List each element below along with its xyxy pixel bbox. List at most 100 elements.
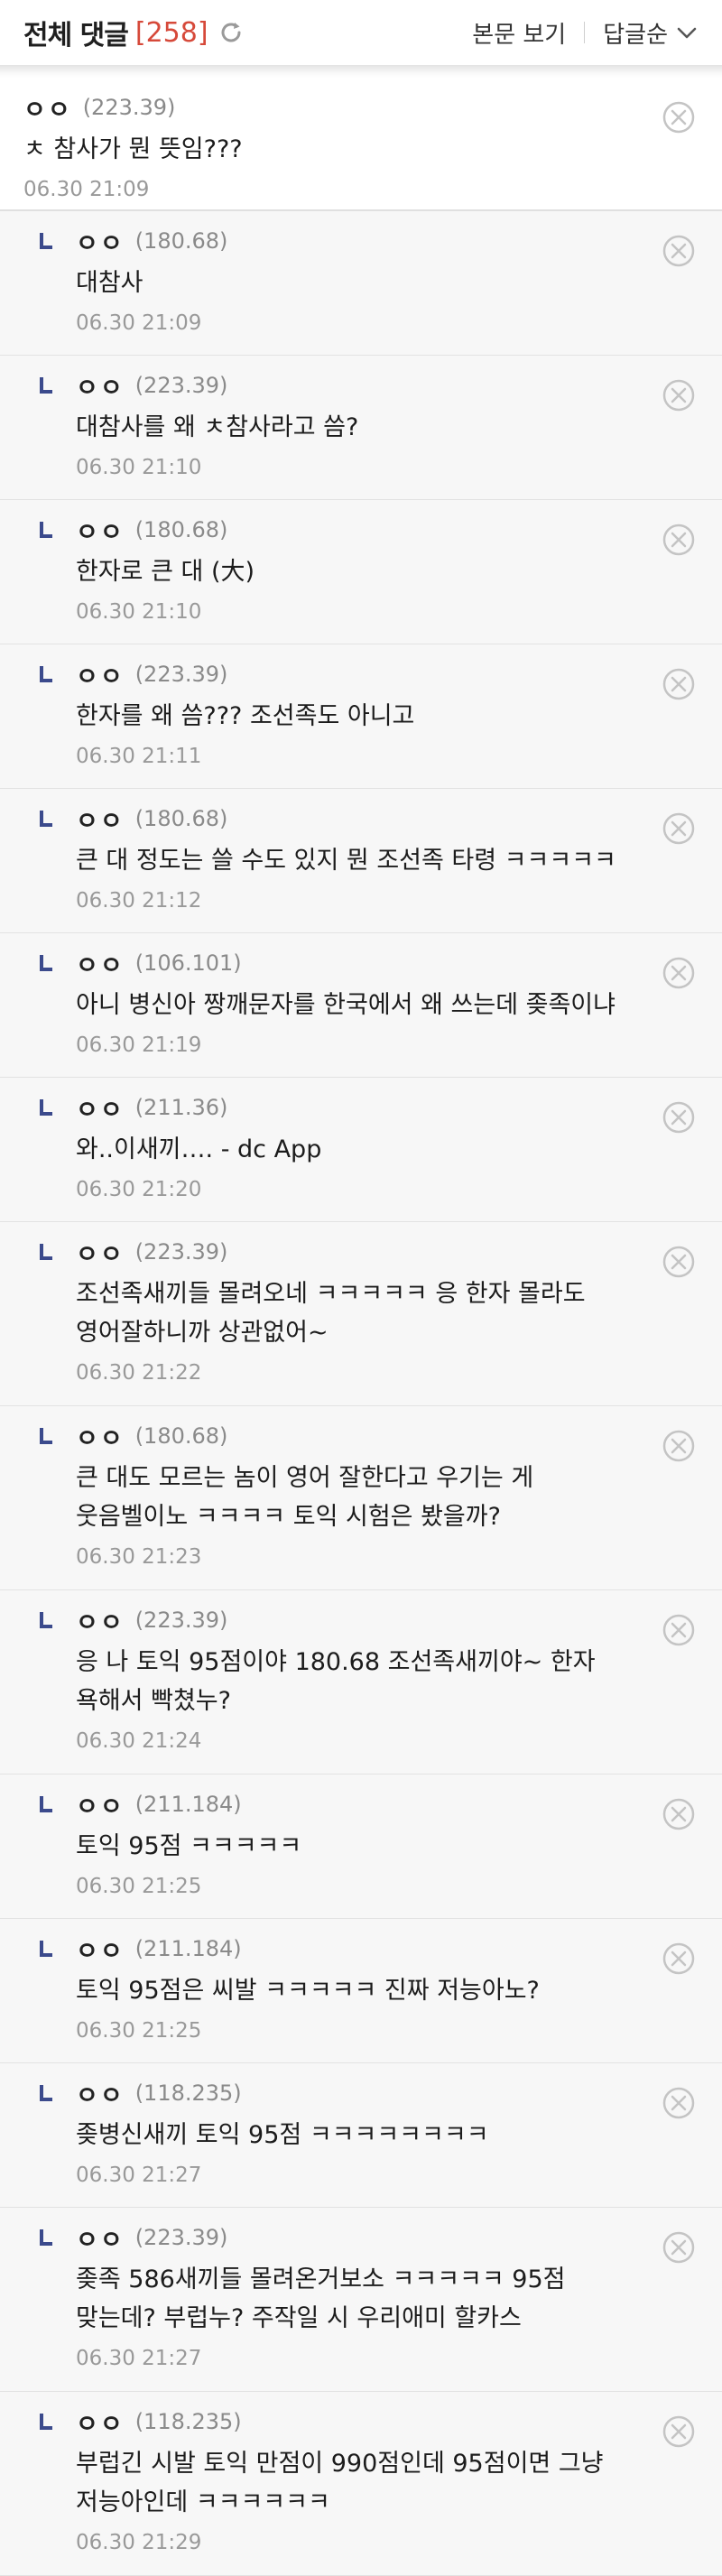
comment-text: 토익 95점 ㅋㅋㅋㅋㅋ [76,1832,302,1860]
comment-nickname[interactable]: ㅇㅇ [76,946,125,981]
reply-arrow-icon [40,1941,52,1957]
comment-text: 조선족새끼들 몰려오네 ㅋㅋㅋㅋㅋ 응 한자 몰라도 영어잘하니까 상관없어~ [76,1280,586,1347]
comment-meta: ㅇㅇ (180.68) [76,513,641,547]
comment: ㅇㅇ (223.39) ㅊ 참사가 뭔 뜻임??? 06.30 21:09 [0,78,722,211]
comment-nickname[interactable]: ㅇㅇ [76,802,125,837]
comment-ip: (211.184) [134,1792,242,1817]
comment-nickname[interactable]: ㅇㅇ [76,1235,125,1270]
comment-ip: (223.39) [134,1239,228,1265]
comment-date: 06.30 21:27 [76,2164,202,2187]
comment-meta: ㅇㅇ (211.184) [76,1787,641,1821]
comment-ip: (211.36) [134,1095,228,1120]
reply-comment: ㅇㅇ (118.235) 부럽긴 시발 토익 만점이 990점인데 95점이면 그냥… [0,2392,722,2576]
comment-ip: (180.68) [134,806,228,831]
comment-text: 좆족 586새끼들 몰려온거보소 ㅋㅋㅋㅋㅋ 95점 맞는데? 부럽누? 주작일… [76,2266,566,2332]
comment-date: 06.30 21:22 [76,1361,202,1385]
comment-date: 06.30 21:25 [76,2019,202,2043]
comment-ip: (223.39) [82,95,176,120]
close-circle-icon[interactable] [662,2415,695,2448]
reply-comment: ㅇㅇ (211.184) 토익 95점은 씨발 ㅋㅋㅋㅋㅋ 진짜 저능아노? 06.3… [0,1919,722,2063]
close-circle-icon[interactable] [662,2231,695,2264]
comment-text: 대참사를 왜 ㅊ참사라고 씀? [76,413,359,441]
comment-nickname[interactable]: ㅇㅇ [76,2405,125,2440]
comment-text: ㅊ 참사가 뭔 뜻임??? [23,135,243,163]
reply-comment: ㅇㅇ (180.68) 한자로 큰 대 (大) 06.30 21:10 [0,500,722,644]
close-circle-icon[interactable] [662,812,695,845]
comment-ip: (223.39) [134,1608,228,1633]
close-circle-icon[interactable] [662,668,695,700]
comment-meta: ㅇㅇ (180.68) [76,224,641,258]
reply-comment: ㅇㅇ (223.39) 조선족새끼들 몰려오네 ㅋㅋㅋㅋㅋ 응 한자 몰라도 영어잘… [0,1222,722,1406]
reply-comment: ㅇㅇ (180.68) 큰 대 정도는 쓸 수도 있지 뭔 조선족 타령 ㅋㅋㅋㅋㅋ… [0,789,722,933]
reply-arrow-icon [40,233,52,249]
reply-comment: ㅇㅇ (106.101) 아니 병신아 짱깨문자를 한국에서 왜 쓰는데 좆족이냐 0… [0,933,722,1078]
close-circle-icon[interactable] [662,1614,695,1646]
comment-meta: ㅇㅇ (180.68) [76,1419,641,1453]
close-circle-icon[interactable] [662,101,695,134]
close-circle-icon[interactable] [662,957,695,989]
comment-date: 06.30 21:10 [76,456,202,479]
refresh-icon[interactable] [218,19,245,46]
comment-nickname[interactable]: ㅇㅇ [76,1932,125,1967]
comment-meta: ㅇㅇ (223.39) [76,1235,641,1269]
close-circle-icon[interactable] [662,235,695,267]
sort-button[interactable]: 답글순 [603,16,668,50]
comment-date: 06.30 21:19 [76,1033,202,1057]
chevron-down-icon[interactable] [675,21,699,44]
close-circle-icon[interactable] [662,379,695,412]
close-circle-icon[interactable] [662,524,695,556]
comment-date: 06.30 21:11 [76,745,202,768]
close-circle-icon[interactable] [662,1246,695,1278]
comment-nickname[interactable]: ㅇㅇ [76,224,125,259]
comment-nickname[interactable]: ㅇㅇ [76,513,125,548]
close-circle-icon[interactable] [662,1798,695,1830]
reply-comment: ㅇㅇ (223.39) 한자를 왜 씀??? 조선족도 아니고 06.30 21:11 [0,644,722,789]
comment-text: 좆병신새끼 토익 95점 ㅋㅋㅋㅋㅋㅋㅋㅋ [76,2121,489,2149]
comment-ip: (106.101) [134,950,242,976]
comment-text: 큰 대 정도는 쓸 수도 있지 뭔 조선족 타령 ㅋㅋㅋㅋㅋ [76,847,616,875]
comment-nickname[interactable]: ㅇㅇ [76,2076,125,2111]
comment-nickname[interactable]: ㅇㅇ [76,1419,125,1454]
reply-comment: ㅇㅇ (211.184) 토익 95점 ㅋㅋㅋㅋㅋ 06.30 21:25 [0,1774,722,1919]
reply-arrow-icon [40,1244,52,1260]
comments-title: 전체 댓글 [23,20,129,51]
comment-header: 전체 댓글 [258] 본문 보기 답글순 [0,0,722,65]
close-circle-icon[interactable] [662,2087,695,2119]
comment-nickname[interactable]: ㅇㅇ [76,1787,125,1822]
view-post-button[interactable]: 본문 보기 [472,16,566,50]
reply-arrow-icon [40,522,52,538]
comment-nickname[interactable]: ㅇㅇ [76,1090,125,1126]
comment-date: 06.30 21:24 [76,1729,202,1753]
reply-arrow-icon [40,1428,52,1444]
close-circle-icon[interactable] [662,1942,695,1975]
comment-nickname[interactable]: ㅇㅇ [76,657,125,692]
comment-date: 06.30 21:29 [76,2531,202,2554]
comment-meta: ㅇㅇ (223.39) [76,368,641,403]
close-circle-icon[interactable] [662,1430,695,1462]
reply-comment: ㅇㅇ (180.68) 큰 대도 모르는 놈이 영어 잘한다고 우기는 게 웃음벨이… [0,1406,722,1590]
comment-text: 토익 95점은 씨발 ㅋㅋㅋㅋㅋ 진짜 저능아노? [76,1977,540,2005]
comment-nickname[interactable]: ㅇㅇ [76,368,125,403]
header-shadow [0,65,722,78]
reply-arrow-icon [40,2414,52,2430]
close-circle-icon[interactable] [662,1101,695,1134]
comment-nickname[interactable]: ㅇㅇ [23,90,72,125]
comment-meta: ㅇㅇ (118.235) [76,2076,641,2110]
comment-text: 큰 대도 모르는 놈이 영어 잘한다고 우기는 게 웃음벨이노 ㅋㅋㅋㅋ 토익 … [76,1464,534,1531]
comment-nickname[interactable]: ㅇㅇ [76,1603,125,1638]
comment-ip: (180.68) [134,1423,228,1449]
comment-text: 한자로 큰 대 (大) [76,558,255,586]
comment-text: 응 나 토익 95점이야 180.68 조선족새끼야~ 한자 욕해서 빡쳤누? [76,1648,596,1715]
comment-date: 06.30 21:09 [23,178,150,201]
comment-meta: ㅇㅇ (180.68) [76,802,641,836]
comment-date: 06.30 21:27 [76,2347,202,2370]
comment-meta: ㅇㅇ (106.101) [76,946,641,980]
comment-meta: ㅇㅇ (223.39) [76,1603,641,1637]
reply-arrow-icon [40,2085,52,2101]
comment-text: 와..이새끼…. - dc App [76,1135,322,1163]
reply-comment: ㅇㅇ (223.39) 좆족 586새끼들 몰려온거보소 ㅋㅋㅋㅋㅋ 95점 맞는데… [0,2208,722,2392]
comment-nickname[interactable]: ㅇㅇ [76,2220,125,2256]
comment-date: 06.30 21:09 [76,311,202,335]
reply-arrow-icon [40,1099,52,1116]
comment-meta: ㅇㅇ (211.184) [76,1932,641,1966]
